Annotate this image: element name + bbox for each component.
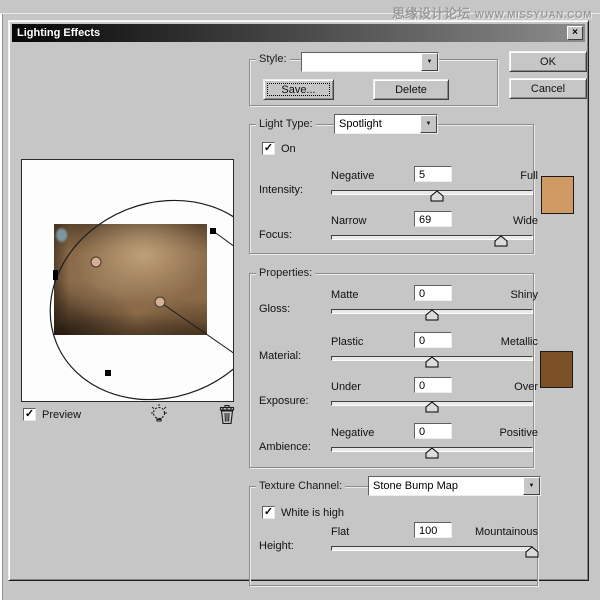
material-row: Material: Plastic 0 Metallic — [249, 332, 546, 373]
texture-channel-dropdown[interactable]: Stone Bump Map ▼ — [368, 476, 541, 496]
ellipse-handle-top-right[interactable] — [210, 228, 216, 234]
texture-channel-dropdown-value: Stone Bump Map — [373, 480, 458, 492]
cancel-button[interactable]: Cancel — [509, 78, 587, 99]
exposure-slider-track[interactable] — [331, 401, 533, 413]
focus-min-label: Narrow — [331, 215, 367, 227]
intensity-max-label: Full — [520, 170, 538, 182]
trash-icon[interactable] — [218, 404, 236, 425]
chevron-down-icon: ▼ — [528, 483, 535, 489]
style-group-label: Style: — [256, 53, 290, 66]
focus-slider-track[interactable] — [331, 235, 533, 247]
intensity-row: Intensity: Negative 5 Full — [249, 166, 546, 207]
light-direction-line — [159, 301, 233, 354]
light-ellipse[interactable] — [22, 167, 234, 402]
watermark-cn-text: 思缘设计论坛 — [392, 6, 471, 21]
style-dropdown[interactable]: ▼ — [301, 52, 439, 72]
on-checkbox-label: On — [281, 143, 296, 155]
material-slider-track[interactable] — [331, 356, 533, 368]
preview-panel[interactable] — [21, 159, 234, 402]
texture-channel-label: Texture Channel: — [256, 480, 346, 493]
focus-row: Focus: Narrow 69 Wide — [249, 211, 546, 252]
close-icon: × — [572, 27, 578, 38]
exposure-max-label: Over — [514, 381, 538, 393]
style-dropdown-button[interactable]: ▼ — [421, 53, 438, 71]
material-label: Material: — [259, 350, 302, 362]
dialog-title: Lighting Effects — [17, 27, 101, 39]
light-hotspot-node[interactable] — [90, 256, 102, 268]
height-label: Height: — [259, 540, 294, 552]
material-min-label: Plastic — [331, 336, 364, 348]
height-min-label: Flat — [331, 526, 350, 538]
gloss-label: Gloss: — [259, 303, 291, 315]
gloss-row: Gloss: Matte 0 Shiny — [249, 285, 546, 326]
exposure-row: Exposure: Under 0 Over — [249, 377, 546, 418]
properties-group-label: Properties: — [256, 267, 316, 280]
light-type-dropdown[interactable]: Spotlight ▼ — [334, 114, 438, 134]
checkmark-icon: ✓ — [263, 142, 274, 154]
intensity-min-label: Negative — [331, 170, 375, 182]
light-type-dropdown-button[interactable]: ▼ — [420, 115, 437, 133]
chevron-down-icon: ▼ — [426, 59, 433, 65]
light-color-swatch[interactable] — [541, 176, 574, 214]
on-checkbox[interactable]: ✓ — [262, 142, 275, 155]
page-edge-line — [0, 14, 3, 600]
gloss-min-label: Matte — [331, 289, 359, 301]
ambience-max-label: Positive — [499, 427, 538, 439]
exposure-label: Exposure: — [259, 395, 309, 407]
preview-checkbox[interactable]: ✓ — [23, 408, 36, 421]
style-dropdown-value — [302, 53, 438, 56]
checkmark-icon: ✓ — [24, 408, 35, 420]
close-button[interactable]: × — [567, 26, 583, 40]
height-slider-thumb[interactable] — [525, 545, 539, 558]
height-row: Height: Flat 100 Mountainous — [249, 522, 546, 563]
light-bulb-icon[interactable] — [149, 403, 169, 425]
exposure-min-label: Under — [331, 381, 361, 393]
gloss-max-label: Shiny — [510, 289, 538, 301]
white-is-high-checkbox[interactable]: ✓ — [262, 506, 275, 519]
title-bar[interactable]: Lighting Effects × — [12, 24, 585, 42]
lighting-effects-dialog: Lighting Effects × ✓ Preview Style: ▼ Sa… — [8, 20, 589, 586]
light-type-label: Light Type: — [256, 118, 316, 131]
save-button[interactable]: Save... — [263, 79, 334, 100]
focus-label: Focus: — [259, 229, 293, 241]
material-slider-thumb[interactable] — [425, 355, 439, 368]
preview-checkbox-label: Preview — [42, 409, 82, 421]
ambience-label: Ambience: — [259, 441, 311, 453]
focus-max-label: Wide — [512, 215, 538, 227]
light-axis-line — [212, 230, 233, 247]
ambience-slider-thumb[interactable] — [425, 446, 439, 459]
exposure-slider-thumb[interactable] — [425, 400, 439, 413]
intensity-slider-track[interactable] — [331, 190, 533, 202]
gloss-slider-track[interactable] — [331, 309, 533, 321]
ellipse-handle-bottom[interactable] — [105, 370, 111, 376]
light-widget-overlay — [22, 167, 234, 402]
ok-button[interactable]: OK — [509, 51, 587, 72]
chevron-down-icon: ▼ — [425, 121, 432, 127]
ambience-slider-track[interactable] — [331, 447, 533, 459]
height-max-label: Mountainous — [475, 526, 538, 538]
gloss-slider-thumb[interactable] — [425, 308, 439, 321]
light-center-node[interactable] — [154, 296, 166, 308]
texture-channel-dropdown-button[interactable]: ▼ — [523, 477, 540, 495]
ellipse-handle-left[interactable] — [53, 270, 58, 280]
ambience-min-label: Negative — [331, 427, 375, 439]
intensity-slider-thumb[interactable] — [430, 189, 444, 202]
ambience-row: Ambience: Negative 0 Positive — [249, 423, 546, 464]
material-max-label: Metallic — [500, 336, 538, 348]
delete-button[interactable]: Delete — [373, 79, 449, 100]
intensity-label: Intensity: — [259, 184, 304, 196]
white-is-high-label: White is high — [281, 507, 344, 519]
checkmark-icon: ✓ — [263, 506, 274, 518]
height-slider-track[interactable] — [331, 546, 539, 558]
focus-slider-thumb[interactable] — [494, 234, 508, 247]
